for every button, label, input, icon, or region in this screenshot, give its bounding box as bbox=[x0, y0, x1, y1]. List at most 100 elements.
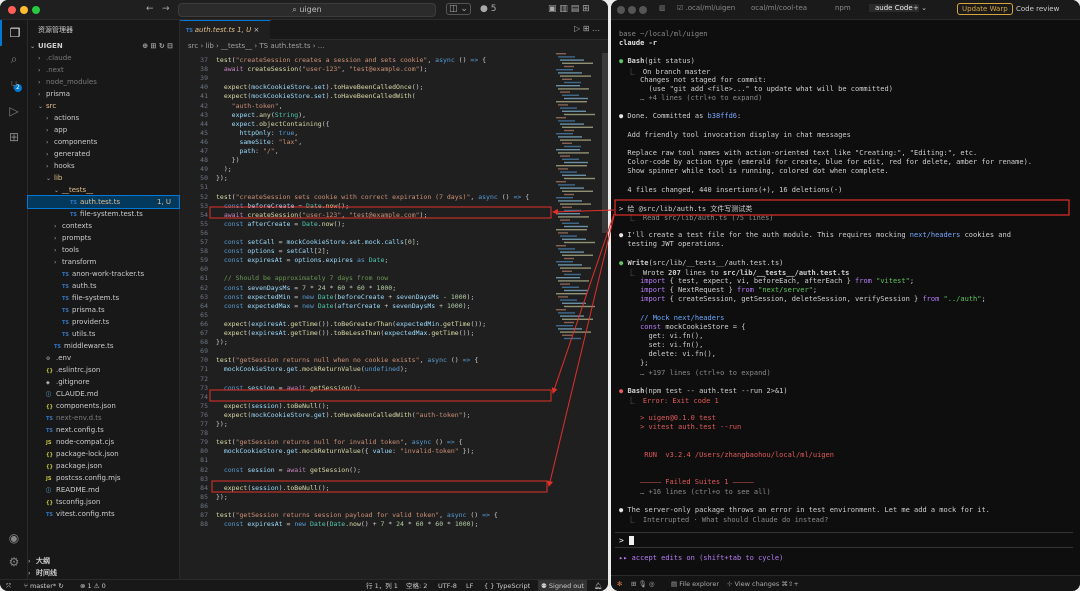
problems-status[interactable]: ⊗ 1 ⚠ 0 bbox=[80, 580, 106, 591]
close-window-button[interactable] bbox=[8, 6, 16, 14]
tree-item[interactable]: TS auth.test.ts 1, U bbox=[27, 195, 180, 209]
file-explorer-button[interactable]: ▤ File explorer bbox=[671, 576, 719, 591]
explorer-actions-icon[interactable]: ⊕ ⊞ ↻ ⊟ bbox=[142, 40, 173, 52]
minimize-window-button[interactable] bbox=[20, 6, 28, 14]
cursor-position[interactable]: 行 1，列 1 bbox=[366, 580, 398, 591]
tree-item[interactable]: TS next.config.ts bbox=[28, 424, 179, 436]
tree-item[interactable]: TS prisma.ts bbox=[28, 304, 179, 316]
tree-item[interactable]: › .claude bbox=[28, 52, 179, 64]
encoding-status[interactable]: UTF-8 bbox=[438, 580, 457, 591]
tree-item[interactable]: › .next bbox=[28, 64, 179, 76]
account-icon[interactable]: ◉ bbox=[0, 525, 28, 551]
remote-icon[interactable]: ⤧ bbox=[6, 580, 11, 591]
tree-item[interactable]: ⌄ lib bbox=[28, 172, 179, 184]
tree-item[interactable]: › tools bbox=[28, 244, 179, 256]
command-center-search[interactable]: ⌕ uigen bbox=[178, 3, 436, 17]
layout-icon[interactable]: ▣ ▥ ▤ ⊞ bbox=[548, 4, 590, 14]
timeline-section[interactable]: › 时间线 bbox=[28, 567, 180, 579]
tree-item[interactable]: {} .eslintrc.json bbox=[28, 364, 179, 376]
notification-icon[interactable]: ● 5 bbox=[480, 4, 496, 14]
signed-out-status[interactable]: ⚉ Signed out bbox=[538, 580, 587, 591]
tree-item[interactable]: TS vitest.config.mts bbox=[28, 508, 179, 520]
tree-item[interactable]: TS utils.ts bbox=[28, 328, 179, 340]
tree-item[interactable]: › components bbox=[28, 136, 179, 148]
update-warp-button[interactable]: Update Warp bbox=[957, 3, 1013, 15]
tree-item-label: anon-work-tracker.ts bbox=[72, 270, 145, 278]
tree-item[interactable]: {} package-lock.json bbox=[28, 448, 179, 460]
close-window-button[interactable] bbox=[617, 6, 625, 14]
tree-item[interactable]: › actions bbox=[28, 112, 179, 124]
minimap-line bbox=[556, 117, 566, 119]
copilot-icon[interactable]: ◫ ⌄ bbox=[446, 3, 471, 15]
language-mode[interactable]: { } TypeScript bbox=[484, 580, 530, 591]
editor-scrollbar[interactable] bbox=[602, 53, 608, 233]
tree-item[interactable]: ⓘ CLAUDE.md bbox=[28, 388, 179, 400]
tab-cool-tea[interactable]: ocal/ml/cool-tea bbox=[751, 4, 807, 12]
tree-item[interactable]: › prompts bbox=[28, 232, 179, 244]
editor-actions-icon[interactable]: ▷ ⊞ … bbox=[574, 24, 600, 33]
eol-status[interactable]: LF bbox=[466, 580, 473, 591]
panel-icon[interactable]: ▥ bbox=[659, 4, 666, 12]
tree-item[interactable]: TS anon-work-tracker.ts bbox=[28, 268, 179, 280]
minimap[interactable] bbox=[554, 53, 600, 353]
forward-arrow-icon[interactable]: → bbox=[162, 4, 170, 14]
tree-item[interactable]: ⓘ README.md bbox=[28, 484, 179, 496]
minimap-line bbox=[564, 289, 588, 292]
minimap-line bbox=[556, 69, 573, 71]
tab-npm[interactable]: npm bbox=[835, 4, 851, 12]
tree-item[interactable]: ◆ .gitignore bbox=[28, 376, 179, 388]
workspace-root[interactable]: ⌄ UIGEN ⊕ ⊞ ↻ ⊟ bbox=[28, 40, 179, 52]
zoom-window-button[interactable] bbox=[639, 6, 647, 14]
tree-item[interactable]: › transform bbox=[28, 256, 179, 268]
tree-item[interactable]: TS provider.ts bbox=[28, 316, 179, 328]
tree-item[interactable]: {} package.json bbox=[28, 460, 179, 472]
extensions-icon[interactable]: ⊞ bbox=[0, 124, 28, 150]
tab-auth-test[interactable]: TS auth.test.ts 1, U × bbox=[180, 20, 270, 40]
tree-item[interactable]: ⌄ src bbox=[28, 100, 179, 112]
source-control-icon[interactable]: ⑂2 bbox=[0, 72, 28, 98]
tree-item[interactable]: › app bbox=[28, 124, 179, 136]
tab-uigen[interactable]: ☑ .ocal/ml/uigen bbox=[677, 4, 735, 12]
code-editor[interactable]: 37 test("createSession creates a session … bbox=[180, 53, 608, 579]
search-icon[interactable]: ⌕ bbox=[0, 46, 28, 72]
run-debug-icon[interactable]: ▷ bbox=[0, 98, 28, 124]
new-tab-icon[interactable]: + ⌄ bbox=[913, 4, 927, 12]
tree-item[interactable]: › contexts bbox=[28, 220, 179, 232]
code-review-button[interactable]: Code review bbox=[1016, 5, 1059, 13]
tree-item[interactable]: {} tsconfig.json bbox=[28, 496, 179, 508]
tree-item[interactable]: TS middleware.ts bbox=[28, 340, 179, 352]
breadcrumb[interactable]: src › lib › __tests__ › TS auth.test.ts … bbox=[180, 40, 608, 52]
settings-gear-icon[interactable]: ⚙ bbox=[0, 549, 28, 575]
branch-status[interactable]: ⑂ master* ↻ bbox=[24, 580, 64, 591]
back-arrow-icon[interactable]: ← bbox=[146, 4, 154, 14]
view-changes-button[interactable]: ⊹ View changes ⌘⇧+ bbox=[727, 576, 799, 591]
tree-item[interactable]: {} components.json bbox=[28, 400, 179, 412]
tree-item-label: .next bbox=[46, 66, 64, 74]
tab-claude-code[interactable]: aude Code bbox=[869, 4, 919, 12]
tree-item[interactable]: TS file-system.test.ts bbox=[28, 208, 179, 220]
tree-item[interactable]: › hooks bbox=[28, 160, 179, 172]
terminal-line: ⎯⎯⎯⎯⎯⎯ Failed Suites 1 ⎯⎯⎯⎯⎯⎯ bbox=[640, 478, 754, 487]
tree-item[interactable]: ⚙ .env bbox=[28, 352, 179, 364]
zoom-window-button[interactable] bbox=[32, 6, 40, 14]
bell-icon[interactable]: 🔔︎ bbox=[594, 580, 602, 591]
tree-item[interactable]: JS postcss.config.mjs bbox=[28, 472, 179, 484]
tree-item[interactable]: TS auth.ts bbox=[28, 280, 179, 292]
tree-item[interactable]: › prisma bbox=[28, 88, 179, 100]
indentation-status[interactable]: 空格: 2 bbox=[406, 580, 427, 591]
minimize-window-button[interactable] bbox=[628, 6, 636, 14]
tree-item[interactable]: TS next-env.d.ts bbox=[28, 412, 179, 424]
minimap-line bbox=[560, 315, 584, 317]
tree-item[interactable]: JS node-compat.cjs bbox=[28, 436, 179, 448]
terminal-line: … +197 lines (ctrl+o to expand) bbox=[640, 368, 771, 377]
explorer-icon[interactable]: ❐ bbox=[0, 20, 28, 46]
tree-item[interactable]: › generated bbox=[28, 148, 179, 160]
tree-item[interactable]: TS file-system.ts bbox=[28, 292, 179, 304]
code-line: const expectedMax = new Date(afterCreate… bbox=[223, 301, 471, 310]
outline-section[interactable]: › 大纲 bbox=[28, 555, 180, 567]
prompt-input[interactable]: > bbox=[615, 532, 1073, 548]
close-tab-icon[interactable]: × bbox=[253, 26, 259, 34]
tree-item[interactable]: › node_modules bbox=[28, 76, 179, 88]
toolbar-icons[interactable]: ⊞ 🎙︎ ◎ bbox=[631, 576, 655, 591]
tree-item[interactable]: ⌄ __tests__ bbox=[28, 184, 179, 196]
